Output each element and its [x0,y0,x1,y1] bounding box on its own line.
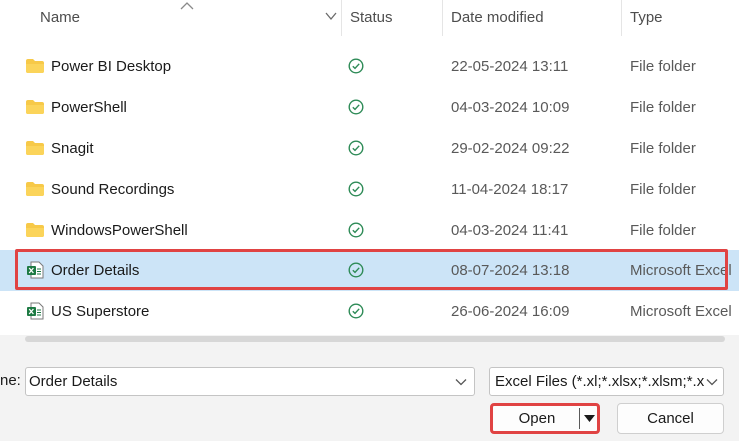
folder-icon [26,223,44,237]
file-date-modified: 29-02-2024 09:22 [451,140,570,157]
excel-file-icon [27,302,44,320]
column-header-name[interactable]: Name [0,0,341,36]
column-header-date-label: Date modified [451,9,544,26]
available-status-icon [348,303,364,319]
file-date-modified: 04-03-2024 11:41 [451,222,569,239]
file-type: File folder [630,181,696,198]
column-header-status[interactable]: Status [342,0,442,36]
available-status-icon [348,58,364,74]
file-row[interactable]: WindowsPowerShell 04-03-2024 11:41 File … [0,210,739,251]
file-type: File folder [630,58,696,75]
available-status-icon [348,222,364,238]
file-name-input[interactable]: Order Details [25,367,475,396]
folder-icon [26,182,44,196]
file-type-filter-value: Excel Files (*.xl;*.xlsx;*.xlsm;*.xlsb [495,373,705,390]
column-filter-chevron-icon[interactable] [325,11,337,21]
file-name: US Superstore [51,303,150,320]
folder-icon [26,59,44,73]
column-header-type-label: Type [630,9,663,26]
column-header-status-label: Status [350,9,393,26]
folder-icon [26,141,44,155]
file-type-filter-select[interactable]: Excel Files (*.xl;*.xlsx;*.xlsm;*.xlsb [489,367,724,396]
file-row[interactable]: Snagit 29-02-2024 09:22 File folder [0,128,739,169]
selection-highlight-annotation [15,249,728,290]
chevron-down-icon[interactable] [455,378,467,386]
file-type: File folder [630,140,696,157]
open-button-label: Open [518,410,556,427]
open-split-button[interactable]: Open [490,403,600,434]
file-name-value: Order Details [29,373,118,390]
file-row[interactable]: Power BI Desktop 22-05-2024 13:11 File f… [0,46,739,87]
open-dropdown-button[interactable] [582,406,597,431]
file-list-view[interactable]: Name Status Date modified Type Power BI … [0,0,739,335]
column-header-date-modified[interactable]: Date modified [443,0,621,36]
file-date-modified: 04-03-2024 10:09 [451,99,570,116]
chevron-down-icon [706,379,718,386]
file-name: Snagit [51,140,94,157]
horizontal-scrollbar[interactable] [25,336,725,342]
folder-icon [26,100,44,114]
cancel-button-label: Cancel [647,410,694,427]
cancel-button[interactable]: Cancel [617,403,724,434]
sort-ascending-icon [180,2,194,10]
file-type: File folder [630,222,696,239]
file-name-label: ne: [0,372,21,389]
file-name: Sound Recordings [51,181,175,198]
file-name: Power BI Desktop [51,58,172,75]
column-header-type[interactable]: Type [622,0,739,36]
split-divider [579,408,580,429]
available-status-icon [348,140,364,156]
available-status-icon [348,99,364,115]
file-row[interactable]: PowerShell 04-03-2024 10:09 File folder [0,87,739,128]
file-row[interactable]: US Superstore 26-06-2024 16:09 Microsoft… [0,291,739,332]
column-header-name-label: Name [40,9,81,26]
available-status-icon [348,181,364,197]
file-date-modified: 22-05-2024 13:11 [451,58,569,75]
file-date-modified: 26-06-2024 16:09 [451,303,570,320]
file-name: WindowsPowerShell [51,222,188,239]
file-date-modified: 11-04-2024 18:17 [451,181,569,198]
file-row[interactable]: Sound Recordings 11-04-2024 18:17 File f… [0,169,739,210]
file-type: Microsoft Excel [630,303,732,320]
file-type: File folder [630,99,696,116]
file-name: PowerShell [51,99,127,116]
dropdown-triangle-icon [584,415,595,422]
